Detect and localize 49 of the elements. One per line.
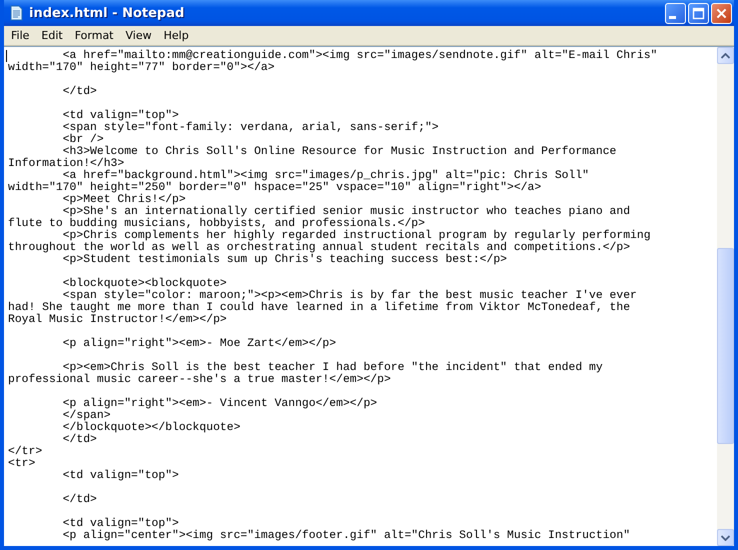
code-line: </tr> xyxy=(8,446,44,458)
scroll-thumb[interactable] xyxy=(717,248,734,444)
code-line: </td> xyxy=(62,494,98,506)
code-line: <p>Chris complements her highly regarded instructional program by regularly performing xyxy=(62,230,652,242)
window-title: index.html - Notepad xyxy=(29,6,184,20)
code-line: <span style="color: maroon;"><p><em>Chris is by far the best music teacher I've ever xyxy=(62,290,638,302)
code-line: <a href="background.html"><img src="images/p_chris.jpg" alt="pic: Chris Soll" xyxy=(62,170,590,182)
close-button[interactable] xyxy=(711,2,732,24)
minimize-icon xyxy=(669,16,676,18)
code-line: width="170" height="77" border="0"></a> xyxy=(8,62,276,74)
notepad-icon xyxy=(8,5,24,21)
code-line: flute to budding musicians, hobbyists, and professionals.</p> xyxy=(8,218,425,230)
code-line: <br /> xyxy=(62,134,104,146)
menu-item[interactable]: Format xyxy=(68,29,120,42)
menu-item[interactable]: View xyxy=(120,29,158,42)
menu-item[interactable]: Edit xyxy=(35,29,69,42)
code-line: <h3>Welcome to Chris Soll's Online Resource for Music Instruction and Performance xyxy=(62,146,618,158)
code-line: <p align="right"><em>- Vincent Vanngo</em></p> xyxy=(62,398,378,410)
code-line: <a href="mailto:mm@creationguide.com"><img src="images/sendnote.gif" alt="E-mail Chris" xyxy=(8,50,717,62)
code-line: <p>She's an internationally certified senior music instructor who teaches piano and xyxy=(62,206,632,218)
code-line: <p align="center"><img src="images/footer.gif" alt="Chris Soll's Music Instruction" xyxy=(62,530,632,542)
menu-item[interactable]: File xyxy=(5,29,36,42)
code-line: Royal Music Instructor!</em></p> xyxy=(8,314,228,326)
code-line: <span style="font-family: verdana, arial, sans-serif;"> xyxy=(62,122,440,134)
code-line: throughout the world as well as orchestrating annual student recitals and competitions.</p> xyxy=(8,242,632,254)
code-line: <blockquote><blockquote> xyxy=(62,278,227,290)
scrollbar[interactable] xyxy=(717,47,734,546)
code-line: </span> xyxy=(62,410,111,422)
code-line: <p>Meet Chris!</p> xyxy=(62,194,186,206)
code-line: Information!</h3> xyxy=(8,158,124,170)
code-line: professional music career--she's a true master!</em></p> xyxy=(8,374,392,386)
code-line: <td valign="top"> xyxy=(62,470,180,482)
minimize-button[interactable] xyxy=(665,2,686,24)
scroll-up-button[interactable] xyxy=(717,47,734,64)
code-line: <p><em>Chris Soll is the best teacher I had before "the incident" that ended my xyxy=(62,362,604,374)
code-line: </td> xyxy=(62,434,98,446)
scroll-down-button[interactable] xyxy=(717,529,734,546)
code-line: <p align="right"><em>- Moe Zart</em></p> xyxy=(62,338,338,350)
maximize-button[interactable] xyxy=(688,2,709,24)
code-line: <td valign="top"> xyxy=(62,110,179,122)
code-line: </td> xyxy=(62,86,98,98)
code-line: <tr> xyxy=(8,458,36,470)
code-line: <p>Student testimonials sum up Chris's teaching success best:</p> xyxy=(62,254,508,266)
code-line: </blockquote></blockquote> xyxy=(62,422,242,434)
code-line: had! She taught me more than I could have learned in a lifetime from Viktor McTonedeaf, the xyxy=(8,302,632,314)
menu-item[interactable]: Help xyxy=(158,29,195,42)
code-line: <td valign="top"> xyxy=(62,518,179,530)
text-cursor xyxy=(6,50,7,62)
code-line: width="170" height="250" border="0" hspace="25" vspace="10" align="right"></a> xyxy=(8,182,542,194)
